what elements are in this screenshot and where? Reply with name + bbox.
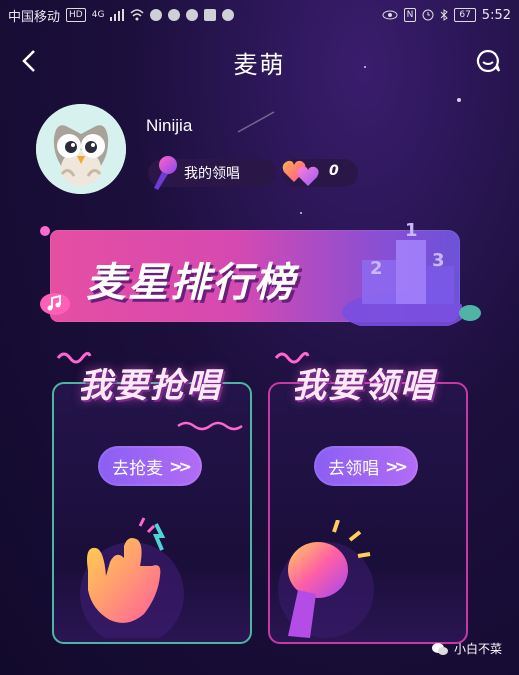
alarm-icon xyxy=(422,9,434,21)
owl-avatar-icon xyxy=(36,104,126,194)
rock-hand-icon xyxy=(80,517,184,638)
app-notification-icon xyxy=(150,9,163,21)
hearts-count: 0 xyxy=(329,163,339,179)
microphone-big-icon xyxy=(278,520,374,638)
wave-decoration xyxy=(177,421,243,431)
grab-mic-button-label: 去抢麦 xyxy=(112,458,164,479)
wechat-logo-icon xyxy=(432,642,448,655)
chevron-left-icon xyxy=(22,50,35,72)
microphone-icon xyxy=(154,156,177,190)
star-decoration xyxy=(457,98,461,102)
download-icon xyxy=(222,9,235,21)
svg-text:2: 2 xyxy=(370,258,383,279)
my-lead-singing-label: 我的领唱 xyxy=(184,166,240,182)
shooting-star-decoration xyxy=(237,111,275,133)
chat-bubble-icon xyxy=(476,49,501,73)
svg-text:1: 1 xyxy=(405,220,418,241)
bluetooth-icon xyxy=(440,9,449,21)
double-chevron-right-icon: >> xyxy=(385,456,408,476)
eye-icon xyxy=(382,10,398,20)
status-left: 中国移动 HD 4G xyxy=(8,6,235,25)
wechat-icon xyxy=(186,9,199,21)
ranking-title: 麦星排行榜 xyxy=(86,260,296,306)
username: Ninijia xyxy=(146,116,193,135)
avatar[interactable] xyxy=(36,104,126,194)
hd-tag: HD xyxy=(66,8,86,22)
hearts-icon xyxy=(282,160,319,186)
grab-mic-button[interactable]: 去抢麦 >> xyxy=(98,446,202,486)
chat-button[interactable] xyxy=(475,48,501,74)
carrier-label: 中国移动 xyxy=(8,9,61,25)
dot-decoration xyxy=(40,226,50,236)
lead-singing-title: 我要领唱 xyxy=(292,366,436,406)
double-chevron-right-icon: >> xyxy=(169,456,192,476)
page-title: 麦萌 xyxy=(233,50,286,79)
battery-indicator: 67 xyxy=(454,8,476,22)
status-bar: 中国移动 HD 4G N 67 5:52 xyxy=(0,0,519,30)
wifi-icon xyxy=(130,9,144,21)
svg-text:3: 3 xyxy=(432,250,445,271)
image-icon xyxy=(204,9,217,21)
lead-mic-button-label: 去领唱 xyxy=(328,458,380,479)
lead-mic-button[interactable]: 去领唱 >> xyxy=(314,446,418,486)
title-bar: 麦萌 xyxy=(0,36,519,88)
signal-tag: 4G xyxy=(91,10,105,20)
status-right: N 67 5:52 xyxy=(382,8,511,23)
clock: 5:52 xyxy=(481,7,511,23)
nfc-icon: N xyxy=(403,8,417,22)
music-note-icon xyxy=(40,293,70,315)
signal-icon xyxy=(110,9,125,21)
back-button[interactable] xyxy=(14,46,44,76)
watermark: 小白不菜 xyxy=(432,640,502,657)
podium-icon: 1 2 3 xyxy=(342,220,462,326)
location-icon xyxy=(168,9,181,21)
coin-decoration xyxy=(459,305,481,321)
star-decoration xyxy=(300,212,302,214)
grab-singing-title: 我要抢唱 xyxy=(78,366,222,406)
watermark-text: 小白不菜 xyxy=(454,642,503,656)
